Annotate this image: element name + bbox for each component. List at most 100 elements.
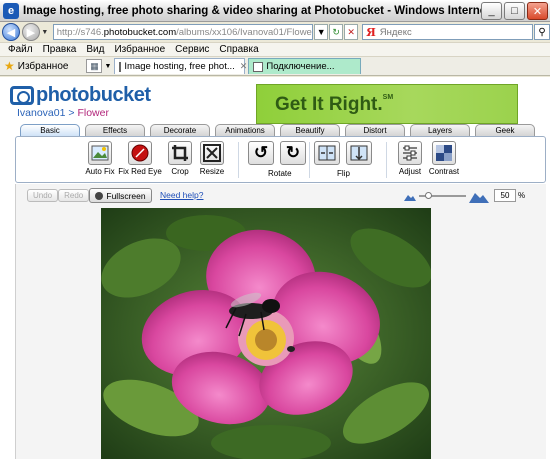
close-button[interactable]: ✕ [527, 2, 548, 20]
redo-button[interactable]: Redo [58, 189, 90, 202]
rotate-label: Rotate [268, 169, 292, 178]
tab-effects[interactable]: Effects [85, 124, 145, 136]
zoom-control: 50 % [404, 188, 544, 203]
rotate-group: ↺ ↻ [248, 141, 306, 165]
editor-tabs: Basic Effects Decorate Animations Beauti… [20, 124, 542, 136]
tool-divider [238, 142, 239, 178]
need-help-link[interactable]: Need help? [160, 190, 203, 200]
breadcrumb-album: Flower [77, 107, 109, 119]
tab-geek[interactable]: Geek [475, 124, 535, 136]
photobucket-logo[interactable]: photobucket [10, 84, 151, 107]
zoom-unit: % [518, 191, 526, 200]
tab-beautify[interactable]: Beautify [280, 124, 340, 136]
zoom-value-field[interactable]: 50 [494, 189, 516, 202]
zoom-in-icon[interactable] [469, 189, 489, 203]
tab-layers[interactable]: Layers [410, 124, 470, 136]
search-icon[interactable]: ⚲ [534, 24, 550, 40]
logo-text: photobucket [36, 84, 151, 106]
maximize-button[interactable]: □ [504, 2, 525, 20]
menu-bar: Файл Правка Вид Избранное Сервис Справка [0, 42, 550, 57]
address-toolbar: ◀ ▶ ▼ http://s746. photobucket.com/albums… [0, 22, 550, 42]
flip-group [314, 141, 372, 165]
auto-fix-button[interactable]: Auto Fix [80, 141, 120, 176]
tool-divider [309, 142, 310, 178]
tab-basic[interactable]: Basic [20, 124, 80, 136]
ad-service-mark: SM [382, 94, 394, 101]
stop-icon[interactable]: ✕ [344, 24, 359, 40]
yandex-logo: Я [366, 25, 376, 39]
page-icon [253, 61, 264, 72]
fix-red-eye-label: Fix Red Eye [118, 167, 162, 176]
undo-button[interactable]: Undo [27, 189, 59, 202]
ad-headline: Get It Right. [275, 94, 383, 115]
menu-tools[interactable]: Сервис [175, 44, 209, 55]
contrast-button[interactable]: Contrast [424, 141, 464, 176]
favorites-button[interactable]: ★ Избранное [4, 59, 68, 73]
tab-decorate[interactable]: Decorate [150, 124, 210, 136]
menu-edit[interactable]: Правка [43, 44, 77, 55]
rotate-right-icon[interactable]: ↻ [280, 141, 306, 165]
flip-vertical-icon[interactable] [346, 141, 372, 165]
fullscreen-button[interactable]: Fullscreen [89, 188, 152, 203]
minimize-button[interactable]: _ [481, 2, 502, 20]
tool-panel: Auto Fix Fix Red Eye Crop Resize ↺ ↻ Rot… [15, 136, 546, 183]
tab-distort[interactable]: Distort [345, 124, 405, 136]
browser-tab-connecting[interactable]: Подключение... [248, 58, 362, 74]
adjust-label: Adjust [398, 167, 422, 176]
advertisement-banner[interactable]: Get It Right.SM [256, 84, 518, 124]
ad-text: Get It Right.SM [275, 94, 393, 116]
page-content: photobucket Ivanova01 > Flower Get It Ri… [0, 77, 550, 459]
search-placeholder: Яндекс [379, 26, 412, 38]
canvas-area: Undo Redo Fullscreen Need help? 50 % [15, 184, 546, 459]
zoom-out-icon[interactable] [404, 191, 416, 201]
quick-tabs-icon[interactable]: ▦ [86, 59, 103, 73]
crop-label: Crop [171, 167, 189, 176]
window-title: Image hosting, free photo sharing & vide… [23, 4, 493, 17]
history-dropdown-icon[interactable]: ▼ [40, 29, 50, 36]
flower-photo [101, 208, 431, 459]
crop-icon [168, 141, 192, 165]
menu-favorites[interactable]: Избранное [114, 44, 165, 55]
back-button[interactable]: ◀ [2, 23, 20, 41]
forward-button[interactable]: ▶ [21, 23, 40, 41]
zoom-slider[interactable] [419, 191, 466, 199]
star-icon: ★ [4, 59, 15, 73]
fix-red-eye-button[interactable]: Fix Red Eye [118, 141, 162, 176]
browser-tab-label: Image hosting, free phot... [124, 61, 235, 72]
url-suffix: /albums/xx106/Ivanova01/Flower/?actionwe [176, 26, 314, 38]
menu-file[interactable]: Файл [8, 44, 33, 55]
red-eye-icon [128, 141, 152, 165]
browser-tab-photobucket[interactable]: Image hosting, free phot... ✕ [114, 58, 248, 74]
refresh-icon[interactable]: ↻ [329, 24, 344, 40]
camera-icon [10, 86, 34, 105]
rotate-left-icon[interactable]: ↺ [248, 141, 274, 165]
flip-horizontal-icon[interactable] [314, 141, 340, 165]
address-input[interactable]: http://s746. photobucket.com/albums/xx106… [52, 24, 314, 40]
breadcrumb-separator: > [68, 107, 75, 119]
menu-view[interactable]: Вид [86, 44, 104, 55]
url-domain: photobucket.com [103, 26, 177, 38]
resize-button[interactable]: Resize [192, 141, 232, 176]
tab-animations[interactable]: Animations [215, 124, 275, 136]
flip-label: Flip [337, 169, 350, 178]
adjust-icon [398, 141, 422, 165]
window-controls: _ □ ✕ [481, 2, 548, 20]
zoom-slider-handle[interactable] [424, 191, 432, 199]
close-tab-icon[interactable]: ✕ [240, 61, 248, 72]
tab-list-dropdown-icon[interactable]: ▼ [104, 63, 111, 70]
menu-help[interactable]: Справка [219, 44, 258, 55]
contrast-icon [432, 141, 456, 165]
address-dropdown-icon[interactable]: ▼ [314, 24, 329, 40]
tool-divider [386, 142, 387, 178]
search-input[interactable]: Я Яндекс [362, 24, 534, 40]
window-titlebar: e Image hosting, free photo sharing & vi… [0, 0, 550, 22]
internet-explorer-icon: e [3, 2, 19, 19]
breadcrumb: Ivanova01 > Flower [17, 107, 109, 119]
url-prefix: http://s746. [56, 26, 104, 38]
tab-bar: ★ Избранное ▦ ▼ Image hosting, free phot… [0, 57, 550, 76]
page-icon [119, 61, 122, 72]
auto-fix-label: Auto Fix [85, 167, 115, 176]
browser-tab-label: Подключение... [266, 61, 335, 72]
breadcrumb-user-link[interactable]: Ivanova01 [17, 107, 65, 119]
resize-label: Resize [199, 167, 225, 176]
